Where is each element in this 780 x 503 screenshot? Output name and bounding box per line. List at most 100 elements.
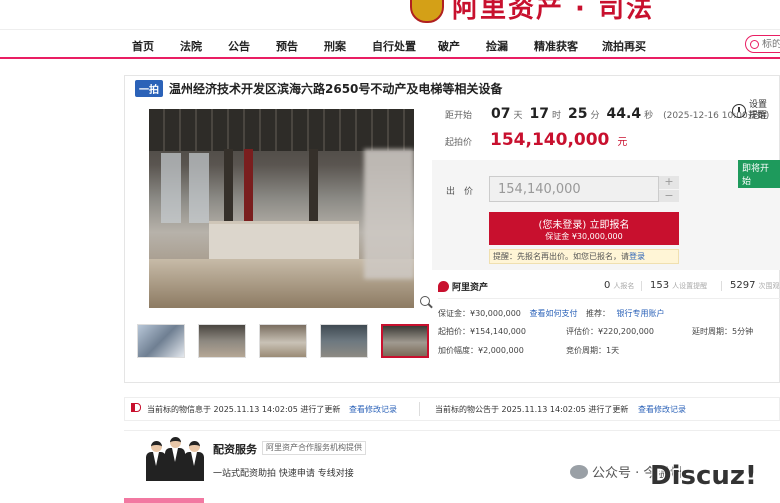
how-to-pay-link[interactable]: 查看如何支付 xyxy=(529,309,577,318)
nav-item-bargain[interactable]: 捡漏 xyxy=(486,38,508,54)
nav-item-preview[interactable]: 预告 xyxy=(276,38,298,54)
deposit-info: 保证金：¥30,000,000 查看如何支付 推荐： 银行专用账户 xyxy=(438,308,665,319)
start-price-label: 起拍价 xyxy=(445,138,473,148)
zoom-icon[interactable] xyxy=(420,296,430,306)
site-logo[interactable]: 阿里资产 · 司法 xyxy=(410,0,654,24)
bid-stepper: + − xyxy=(659,176,679,202)
nav-underline xyxy=(0,57,780,59)
service-description: 一站式配资助拍 快速申请 专线对接 xyxy=(213,469,354,479)
bid-label: 出 价 xyxy=(446,187,474,197)
discuz-watermark: Discuz! xyxy=(650,461,757,491)
status-badge: 即将开始 xyxy=(738,160,780,188)
recommend-label: 推荐： xyxy=(586,309,610,318)
register-button-label: (您未登录) 立即报名 xyxy=(538,220,630,231)
login-link[interactable]: 登录 xyxy=(629,252,645,261)
main-nav: 首页 法院 公告 预告 刑案 自行处置 破产 捡漏 精准获客 流拍再买 xyxy=(0,30,780,58)
thumbnail-1[interactable] xyxy=(137,324,185,358)
court-emblem-icon xyxy=(410,0,444,23)
nav-item-bankruptcy[interactable]: 破产 xyxy=(438,38,460,54)
reminders-label: 人设置提醒 xyxy=(672,282,708,290)
increase-bid-button[interactable]: + xyxy=(659,176,679,189)
reminders-count: 153 xyxy=(650,280,670,291)
countdown-hours-unit: 时 xyxy=(552,111,562,121)
thumbnail-4[interactable] xyxy=(320,324,368,358)
countdown-days: 07 xyxy=(491,106,511,122)
agent-figure xyxy=(146,441,166,481)
search-input[interactable] xyxy=(762,38,780,50)
nav-item-precise-leads[interactable]: 精准获客 xyxy=(534,38,578,54)
bid-amount-input[interactable] xyxy=(489,176,659,202)
increment-info: 加价幅度：¥2,000,000 xyxy=(438,346,524,355)
stat-divider xyxy=(641,281,642,291)
start-price-row: 起拍价 154,140,000 元 xyxy=(445,130,627,150)
auction-round-badge: 一拍 xyxy=(135,80,163,97)
thumbnail-2[interactable] xyxy=(198,324,246,358)
countdown-hours: 17 xyxy=(529,106,549,122)
thumbnail-strip xyxy=(137,324,429,358)
search-box[interactable] xyxy=(745,35,780,53)
views-label: 次围观 xyxy=(758,282,780,290)
set-reminder-button[interactable]: 设置提醒 xyxy=(732,100,767,122)
thumbnail-5-selected[interactable] xyxy=(381,324,429,358)
decrease-bid-button[interactable]: − xyxy=(659,189,679,202)
appraisal-info: 评估价：¥220,200,000 xyxy=(566,327,654,336)
nav-item-court[interactable]: 法院 xyxy=(180,38,202,54)
countdown-minutes: 25 xyxy=(568,106,588,122)
ali-assets-icon xyxy=(438,281,449,292)
info-change-log-link[interactable]: 查看修改记录 xyxy=(349,404,397,415)
register-notice: 提醒：先报名再出价。如您已报名，请登录 xyxy=(489,249,679,264)
delay-info: 延时周期：5分钟 xyxy=(692,327,754,336)
update-divider xyxy=(419,402,420,416)
stat-applicants: 0 人报名 xyxy=(604,280,634,291)
agent-figure xyxy=(165,437,185,481)
stat-views: 5297 次围观 xyxy=(730,280,779,291)
stat-divider xyxy=(721,281,722,291)
image-window xyxy=(161,153,181,223)
deposit-value: 保证金：¥30,000,000 xyxy=(438,309,521,318)
countdown-days-unit: 天 xyxy=(513,111,523,121)
nav-item-self-disposal[interactable]: 自行处置 xyxy=(372,38,416,54)
info-divider xyxy=(438,298,780,299)
views-count: 5297 xyxy=(730,280,756,291)
applicants-count: 0 xyxy=(604,280,611,291)
countdown-seconds: 44.4 xyxy=(606,106,642,122)
bank-account-link[interactable]: 银行专用账户 xyxy=(617,309,665,318)
countdown-minutes-unit: 分 xyxy=(590,111,600,121)
notice-text: 提醒：先报名再出价。如您已报名，请 xyxy=(493,252,629,261)
period-info: 竞价周期：1天 xyxy=(566,346,620,355)
main-property-image[interactable] xyxy=(149,109,414,308)
lot-title-row: 一拍 温州经济技术开发区滨海六路2650号不动产及电梯等相关设备 xyxy=(135,80,502,97)
service-title: 配资服务 xyxy=(213,443,257,456)
nav-item-notice[interactable]: 公告 xyxy=(228,38,250,54)
image-window xyxy=(189,153,209,223)
notice-update-text: 当前标的物公告于 2025.11.13 14:02:05 进行了更新 xyxy=(435,405,629,414)
nav-item-home[interactable]: 首页 xyxy=(132,38,154,54)
agent-figure xyxy=(184,441,204,481)
ali-assets-logo: 阿里资产 xyxy=(438,280,488,293)
countdown: 距开始 07 天 17 时 25 分 44.4 秒 (2025-12-16 10… xyxy=(445,106,769,122)
start-price-value: 154,140,000 xyxy=(490,130,610,150)
nav-item-relist[interactable]: 流拍再买 xyxy=(602,38,646,54)
set-reminder-label: 设置提醒 xyxy=(749,100,768,121)
stat-reminders: 153 人设置提醒 xyxy=(650,280,707,291)
top-header: 阿里资产 · 司法 xyxy=(0,0,780,28)
register-button[interactable]: (您未登录) 立即报名 保证金 ¥30,000,000 xyxy=(489,212,679,245)
speaker-icon xyxy=(131,403,141,412)
logo-text: 阿里资产 · 司法 xyxy=(452,0,654,24)
applicants-label: 人报名 xyxy=(613,282,635,290)
wechat-icon xyxy=(570,464,588,479)
info-update-text: 当前标的物信息于 2025.11.13 14:02:05 进行了更新 xyxy=(147,405,341,414)
countdown-label: 距开始 xyxy=(445,111,473,121)
service-provider-tag: 阿里资产合作服务机构提供 xyxy=(262,441,366,455)
start-price-unit: 元 xyxy=(617,137,628,148)
search-icon xyxy=(750,39,759,49)
lot-title: 温州经济技术开发区滨海六路2650号不动产及电梯等相关设备 xyxy=(169,82,503,96)
image-blurred-area xyxy=(364,149,414,279)
stats-row: 阿里资产 0 人报名 153 人设置提醒 5297 次围观 xyxy=(438,278,780,296)
register-button-deposit: 保证金 ¥30,000,000 xyxy=(545,232,623,241)
service-agents-image xyxy=(146,433,204,481)
notice-change-log-link[interactable]: 查看修改记录 xyxy=(638,404,686,415)
thumbnail-3[interactable] xyxy=(259,324,307,358)
image-reception-counter xyxy=(209,221,359,261)
nav-item-criminal[interactable]: 刑案 xyxy=(324,38,346,54)
